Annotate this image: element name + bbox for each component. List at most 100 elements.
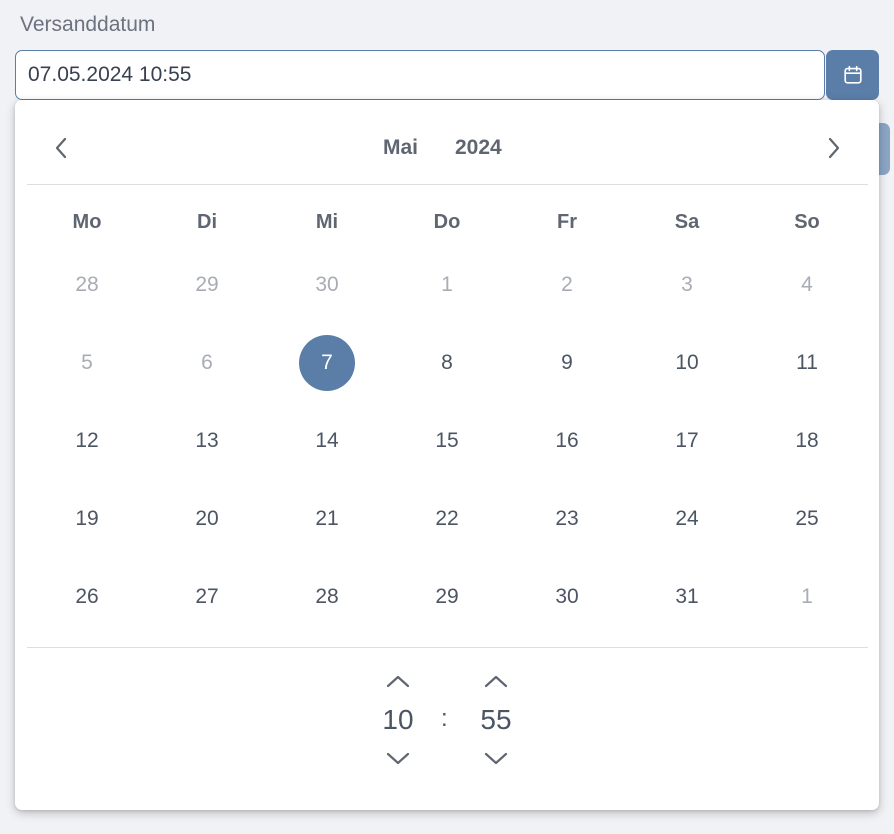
next-month-button[interactable] <box>819 130 849 166</box>
chevron-up-icon <box>386 675 410 688</box>
day-number: 12 <box>75 429 99 452</box>
weekday-label: Fr <box>557 211 577 233</box>
date-field-wrapper <box>15 50 825 100</box>
day-cell[interactable]: 1 <box>387 246 507 324</box>
day-cell[interactable]: 19 <box>27 480 147 558</box>
minute-decrement-button[interactable] <box>466 744 526 774</box>
day-cell[interactable]: 28 <box>27 246 147 324</box>
day-number: 24 <box>675 507 699 530</box>
day-number: 19 <box>75 507 99 530</box>
day-cell[interactable]: 6 <box>147 324 267 402</box>
day-number: 3 <box>681 273 693 296</box>
day-cell[interactable]: 22 <box>387 480 507 558</box>
header-divider <box>27 184 868 185</box>
day-cell[interactable]: 15 <box>387 402 507 480</box>
day-number: 30 <box>555 585 579 608</box>
chevron-left-icon <box>55 137 67 159</box>
day-number: 2 <box>561 273 573 296</box>
day-cell[interactable]: 3 <box>627 246 747 324</box>
day-number: 11 <box>796 351 818 374</box>
day-cell[interactable]: 28 <box>267 558 387 636</box>
weekday-label: Mi <box>315 211 339 233</box>
day-number: 29 <box>195 273 219 296</box>
day-number: 9 <box>561 351 573 374</box>
day-number: 15 <box>435 429 459 452</box>
day-number: 22 <box>435 507 459 530</box>
day-cell[interactable]: 2 <box>507 246 627 324</box>
day-number: 1 <box>801 585 813 608</box>
time-divider <box>27 647 868 648</box>
day-cell[interactable]: 31 <box>627 558 747 636</box>
day-cell[interactable]: 30 <box>267 246 387 324</box>
day-cell[interactable]: 29 <box>147 246 267 324</box>
day-grid: 28 29 30 1 2 3 4 5 6 7 8 9 10 11 12 13 14 15 16 17 18 19 20 21 2… <box>27 246 868 636</box>
day-number: 27 <box>195 585 219 608</box>
day-number: 18 <box>795 429 819 452</box>
prev-month-button[interactable] <box>46 130 76 166</box>
day-cell[interactable]: 26 <box>27 558 147 636</box>
chevron-up-icon <box>484 675 508 688</box>
day-cell[interactable]: 8 <box>387 324 507 402</box>
day-number: 31 <box>675 585 699 608</box>
day-cell[interactable]: 23 <box>507 480 627 558</box>
day-number: 5 <box>81 351 93 374</box>
day-cell[interactable]: 17 <box>627 402 747 480</box>
day-cell[interactable]: 21 <box>267 480 387 558</box>
day-number: 21 <box>315 507 339 530</box>
day-number: 4 <box>801 273 813 296</box>
day-cell-selected[interactable]: 7 <box>267 324 387 402</box>
day-cell[interactable]: 9 <box>507 324 627 402</box>
day-cell[interactable]: 11 <box>747 324 867 402</box>
day-number: 30 <box>315 273 339 296</box>
day-number: 23 <box>555 507 579 530</box>
field-label: Versanddatum <box>20 13 156 36</box>
day-cell[interactable]: 14 <box>267 402 387 480</box>
day-number: 17 <box>675 429 699 452</box>
day-cell[interactable]: 1 <box>747 558 867 636</box>
datetime-picker-popup: Mai 2024 Mo Di Mi Do Fr Sa So 28 29 30 1 2 3 4… <box>15 100 879 810</box>
weekday-label: Do <box>433 211 461 233</box>
day-cell[interactable]: 10 <box>627 324 747 402</box>
calendar-icon <box>843 65 862 84</box>
day-cell[interactable]: 29 <box>387 558 507 636</box>
day-number: 28 <box>75 273 99 296</box>
hour-decrement-button[interactable] <box>368 744 428 774</box>
date-input[interactable] <box>16 51 824 99</box>
day-cell[interactable]: 25 <box>747 480 867 558</box>
calendar-button[interactable] <box>826 50 879 100</box>
weekday-label: Mo <box>72 211 102 233</box>
day-cell[interactable]: 27 <box>147 558 267 636</box>
day-cell[interactable]: 16 <box>507 402 627 480</box>
day-number: 16 <box>555 429 579 452</box>
day-number: 13 <box>195 429 219 452</box>
hour-value[interactable]: 10 <box>368 696 428 744</box>
day-number: 7 <box>299 335 355 391</box>
day-number: 26 <box>75 585 99 608</box>
day-cell[interactable]: 30 <box>507 558 627 636</box>
day-number: 14 <box>315 429 339 452</box>
minute-column: 55 <box>466 666 526 774</box>
day-number: 6 <box>201 351 213 374</box>
day-cell[interactable]: 13 <box>147 402 267 480</box>
day-number: 20 <box>195 507 219 530</box>
day-number: 1 <box>441 273 453 296</box>
day-cell[interactable]: 12 <box>27 402 147 480</box>
minute-increment-button[interactable] <box>466 666 526 696</box>
hour-column: 10 <box>368 666 428 774</box>
minute-value[interactable]: 55 <box>466 696 526 744</box>
year-label[interactable]: 2024 <box>455 136 502 160</box>
chevron-down-icon <box>484 752 508 765</box>
weekday-label: So <box>794 211 820 233</box>
day-number: 29 <box>435 585 459 608</box>
weekday-label: Di <box>197 211 217 233</box>
day-number: 25 <box>795 507 819 530</box>
day-cell[interactable]: 4 <box>747 246 867 324</box>
day-number: 10 <box>675 351 699 374</box>
day-cell[interactable]: 20 <box>147 480 267 558</box>
day-cell[interactable]: 5 <box>27 324 147 402</box>
day-cell[interactable]: 24 <box>627 480 747 558</box>
month-label[interactable]: Mai <box>383 136 418 160</box>
weekday-label: Sa <box>674 211 700 233</box>
hour-increment-button[interactable] <box>368 666 428 696</box>
day-cell[interactable]: 18 <box>747 402 867 480</box>
